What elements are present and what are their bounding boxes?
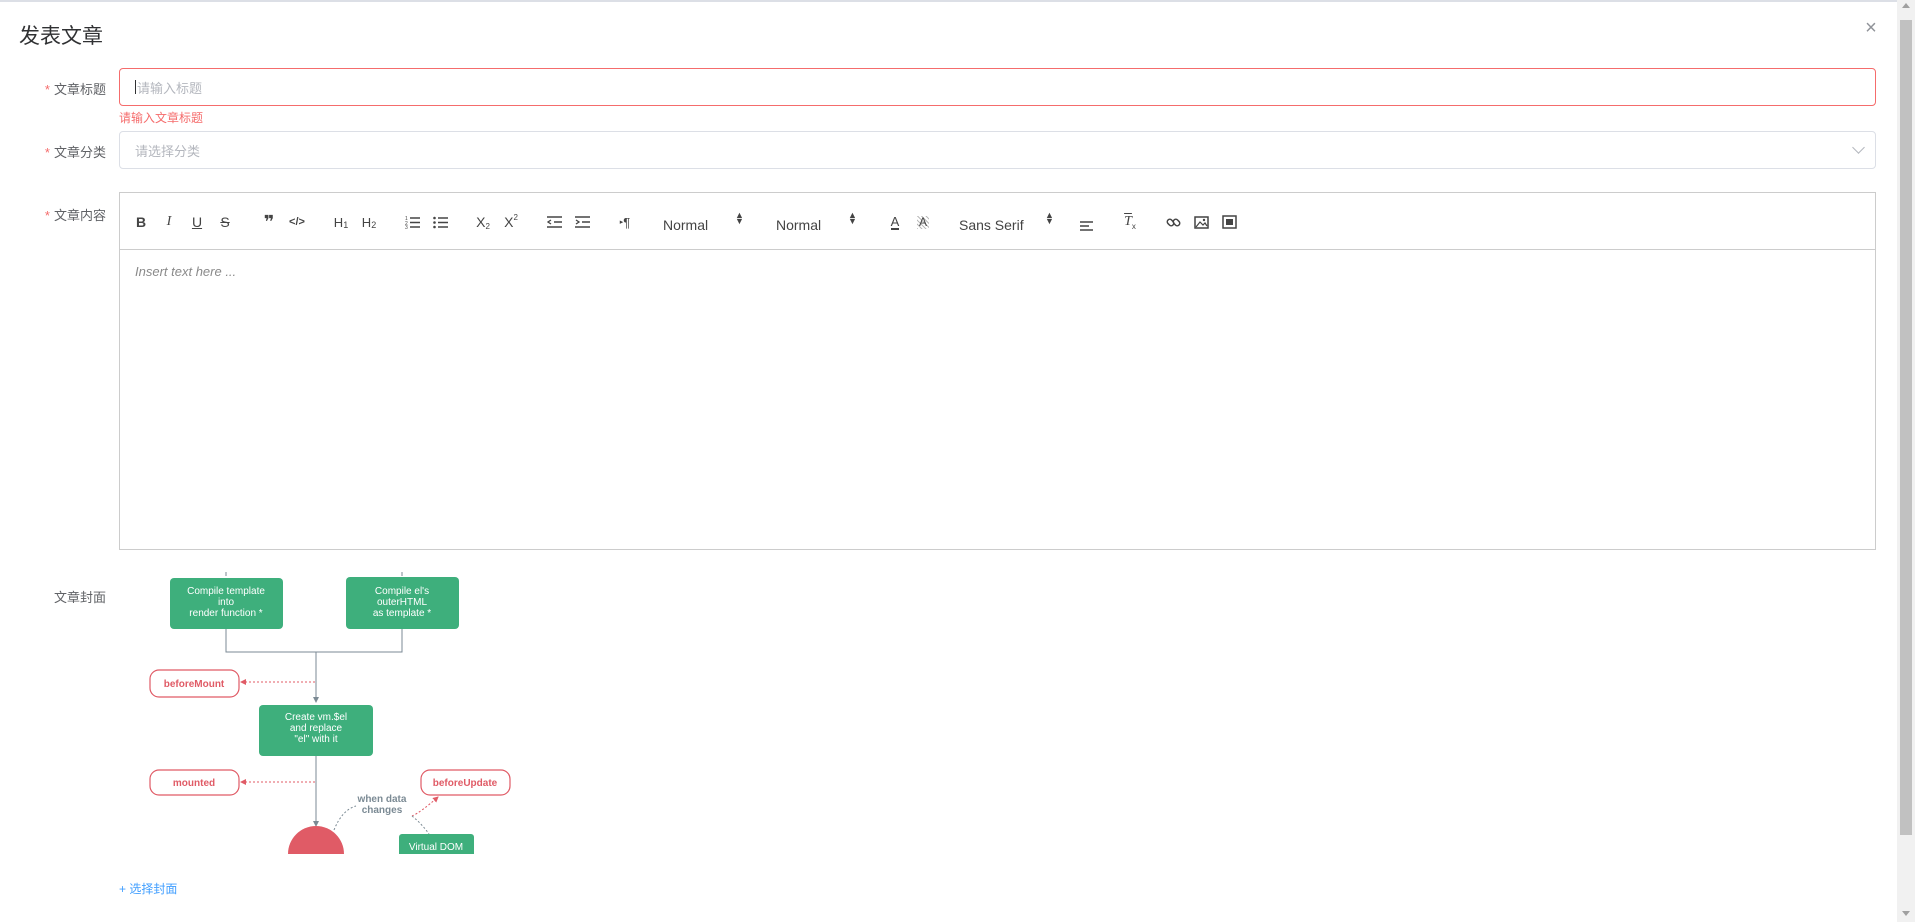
compile-el-line-2: outerHTML	[377, 597, 427, 608]
title-input[interactable]: 请输入标题	[119, 68, 1876, 106]
create-vm-line-1: Create vm.$el	[285, 712, 347, 723]
bullet-list-icon[interactable]	[430, 213, 452, 231]
text-direction-button[interactable]: ▸ ¶	[614, 213, 636, 231]
before-mount-text: beforeMount	[164, 679, 225, 690]
editor-toolbar: B I U S ❞ </> H1 H2 123 X2 X2 ▸ ¶ Normal …	[120, 193, 1875, 250]
choose-cover-button[interactable]: + 选择封面	[119, 880, 177, 897]
when-data-line-2: changes	[362, 805, 403, 816]
strike-button[interactable]: S	[214, 213, 236, 231]
editor-placeholder: Insert text here ...	[135, 264, 237, 279]
compile-el-line-1: Compile el's	[375, 586, 429, 597]
link-icon[interactable]	[1162, 213, 1184, 231]
align-left-icon[interactable]	[1076, 217, 1098, 235]
scrollbar-thumb[interactable]	[1900, 20, 1912, 835]
mounted-text: mounted	[173, 778, 215, 789]
bold-button[interactable]: B	[130, 213, 152, 231]
updown-arrows-icon: ▲ ▼	[1045, 210, 1054, 226]
updown-arrows-icon: ▲ ▼	[735, 210, 744, 226]
svg-text:3: 3	[405, 225, 408, 229]
h2-button[interactable]: H2	[358, 213, 380, 231]
category-label: * 文章分类	[44, 145, 106, 160]
chevron-down-icon	[1852, 141, 1865, 154]
rich-text-editor: B I U S ❞ </> H1 H2 123 X2 X2 ▸ ¶ Normal …	[119, 192, 1876, 550]
size-picker[interactable]: Normal ▲ ▼	[663, 211, 773, 234]
header-picker[interactable]: Normal ▲ ▼	[776, 211, 886, 234]
create-vm-line-3: "el" with it	[294, 734, 337, 745]
vue-lifecycle-diagram: Compile template into render function * …	[149, 572, 511, 854]
close-icon[interactable]: ×	[1861, 18, 1881, 38]
image-icon[interactable]	[1190, 213, 1212, 231]
indent-icon[interactable]	[572, 213, 594, 231]
font-color-icon[interactable]: A	[884, 213, 906, 231]
create-vm-line-2: and replace	[290, 723, 343, 734]
required-mark: *	[44, 145, 50, 160]
required-mark: *	[44, 208, 50, 223]
font-picker[interactable]: Sans Serif ▲ ▼	[959, 211, 1059, 234]
outdent-icon[interactable]	[544, 213, 566, 231]
underline-button[interactable]: U	[186, 213, 208, 231]
cover-image[interactable]: Compile template into render function * …	[146, 572, 514, 854]
ordered-list-icon[interactable]: 123	[402, 213, 424, 231]
compile-el-line-3: as template *	[373, 608, 431, 619]
content-label: * 文章内容	[44, 208, 106, 223]
compile-template-line-3: render function *	[189, 608, 262, 619]
superscript-button[interactable]: X2	[500, 213, 522, 231]
italic-button[interactable]: I	[158, 213, 180, 231]
required-mark: *	[44, 82, 50, 97]
dialog-title: 发表文章	[19, 25, 103, 48]
scroll-down-icon[interactable]	[1902, 911, 1910, 916]
virtual-dom-text: Virtual DOM	[409, 842, 463, 853]
title-label: * 文章标题	[44, 82, 106, 97]
video-icon[interactable]	[1218, 213, 1240, 231]
updown-arrows-icon: ▲ ▼	[848, 210, 857, 226]
top-divider	[0, 0, 1915, 2]
blockquote-button[interactable]: ❞	[258, 212, 280, 232]
subscript-button[interactable]: X2	[472, 213, 494, 231]
when-data-line-1: when data	[357, 794, 407, 805]
title-error-message: 请输入文章标题	[119, 111, 204, 125]
compile-template-line-2: into	[218, 597, 235, 608]
background-color-icon[interactable]: A	[912, 213, 934, 231]
text-caret	[135, 80, 136, 94]
category-select[interactable]: 请选择分类	[119, 131, 1876, 169]
cover-label: 文章封面	[53, 590, 106, 605]
clear-format-icon[interactable]: Tx	[1119, 213, 1141, 231]
editor-content-area[interactable]: Insert text here ...	[120, 250, 1875, 549]
compile-template-line-1: Compile template	[187, 586, 265, 597]
before-update-text: beforeUpdate	[433, 778, 498, 789]
h1-button[interactable]: H1	[330, 213, 352, 231]
mounted-state-circle	[288, 826, 344, 854]
code-block-button[interactable]: </>	[286, 213, 308, 231]
scroll-up-icon[interactable]	[1902, 3, 1910, 8]
page-scrollbar[interactable]	[1897, 0, 1915, 922]
